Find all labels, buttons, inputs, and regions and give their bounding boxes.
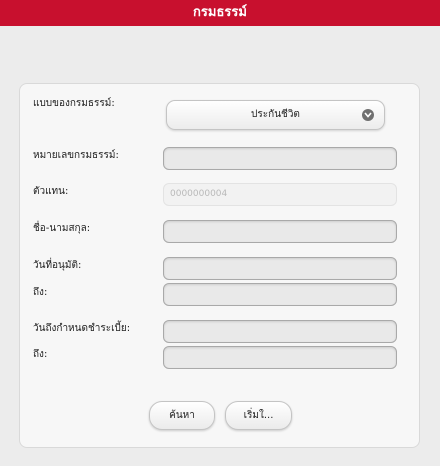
agent-label: ตัวแทน:	[33, 186, 69, 197]
agent-field: 0000000004	[163, 183, 397, 206]
approval-date-to-label: ถึง:	[33, 287, 48, 298]
approval-date-to-input[interactable]	[163, 283, 397, 306]
reset-button[interactable]: เริ่มใ...	[225, 401, 292, 430]
due-date-label: วันถึงกำหนดชำระเบี้ย:	[33, 323, 131, 334]
chevron-down-icon	[362, 109, 374, 121]
page-title: กรมธรรม์	[193, 5, 247, 20]
approval-date-label: วันที่อนุมัติ:	[33, 260, 82, 271]
page-header: กรมธรรม์	[0, 0, 440, 26]
due-date-to-label: ถึง:	[33, 349, 48, 360]
policy-type-label: แบบของกรมธรรม์:	[33, 98, 115, 109]
search-form-card: แบบของกรมธรรม์: ประกันชีวิต หมายเลขกรมธร…	[19, 83, 420, 448]
approval-date-from-input[interactable]	[163, 257, 397, 280]
due-date-to-input[interactable]	[163, 346, 397, 369]
policy-type-select[interactable]: ประกันชีวิต	[166, 100, 385, 130]
name-input[interactable]	[163, 220, 397, 243]
policy-number-label: หมายเลขกรมธรรม์:	[33, 150, 119, 161]
policy-number-input[interactable]	[163, 147, 397, 170]
search-button[interactable]: ค้นหา	[149, 401, 215, 430]
policy-type-value: ประกันชีวิต	[251, 109, 300, 120]
due-date-from-input[interactable]	[163, 320, 397, 343]
name-label: ชื่อ-นามสกุล:	[33, 223, 91, 234]
